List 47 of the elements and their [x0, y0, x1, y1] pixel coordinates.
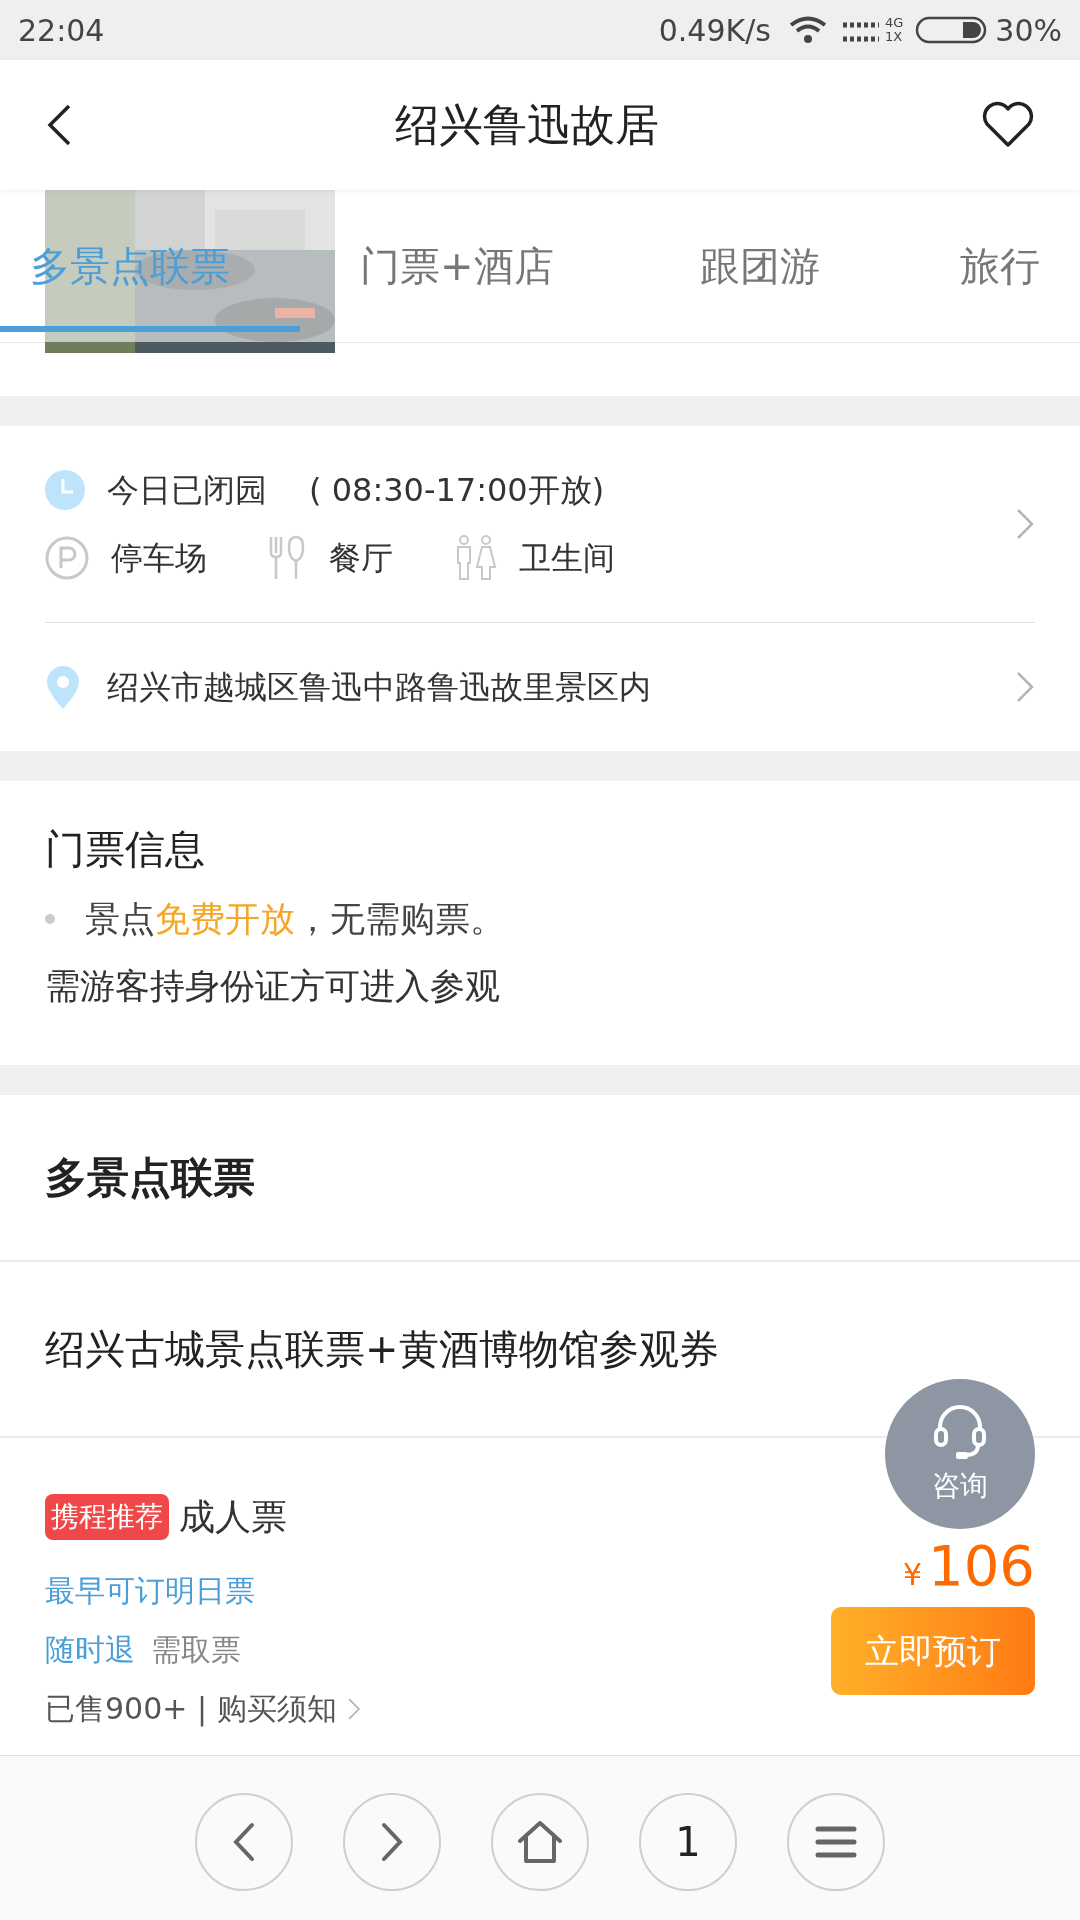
- clock-icon: [45, 470, 85, 510]
- menu-button[interactable]: [787, 1793, 885, 1891]
- home-button[interactable]: [491, 1793, 589, 1891]
- chevron-right-icon: [346, 1696, 361, 1721]
- network-speed: 0.49K/s: [658, 11, 771, 50]
- parking-icon: [45, 536, 89, 580]
- fork-knife-icon: [267, 535, 307, 581]
- price: 106: [928, 1538, 1035, 1594]
- ticket-info-note: 需游客持身份证方可进入参观: [45, 964, 501, 1008]
- wifi-icon: [788, 16, 827, 44]
- currency-symbol: ¥: [903, 1556, 923, 1594]
- forward-icon: [381, 1822, 403, 1862]
- opening-status: 今日已闭园: [107, 470, 267, 511]
- refund-policy: 随时退: [45, 1631, 135, 1669]
- section-title: 门票信息: [45, 825, 206, 874]
- recommend-badge: 携程推荐: [45, 1494, 169, 1540]
- back-icon: [233, 1822, 255, 1862]
- address: 绍兴市越城区鲁迅中路鲁迅故里景区内: [107, 667, 652, 708]
- book-button[interactable]: 立即预订: [831, 1607, 1035, 1695]
- network-type: 4G: [884, 16, 904, 30]
- product-title: 绍兴古城景点联票+黄酒博物馆参观券: [45, 1325, 719, 1374]
- chevron-right-icon: [1015, 507, 1035, 541]
- tab[interactable]: 旅行: [930, 190, 1080, 342]
- back-icon[interactable]: [45, 103, 73, 147]
- menu-icon: [815, 1825, 857, 1859]
- ticket-info-text: 景点免费开放，无需购票。: [85, 898, 505, 941]
- location-pin-icon: [45, 665, 81, 709]
- tab[interactable]: 跟团游: [670, 190, 930, 342]
- facility-label: 卫生间: [519, 538, 615, 579]
- ticket-type: 成人票: [179, 1495, 287, 1539]
- facility-label: 餐厅: [329, 538, 393, 579]
- home-icon: [517, 1821, 563, 1863]
- chevron-right-icon: [1015, 670, 1035, 704]
- tab[interactable]: 门票+酒店: [330, 190, 670, 342]
- facility-label: 停车场: [111, 538, 207, 579]
- battery-icon: [915, 15, 988, 45]
- pickup-note: 需取票: [151, 1631, 241, 1669]
- opening-hours: ( 08:30-17:00开放): [309, 470, 605, 511]
- battery-percent: 30%: [995, 11, 1062, 50]
- status-time: 22:04: [18, 11, 105, 50]
- earliest-booking: 最早可订明日票: [45, 1572, 256, 1610]
- heart-icon[interactable]: [981, 101, 1035, 149]
- section-heading: 多景点联票: [45, 1152, 255, 1204]
- page-title: 绍兴鲁迅故居: [394, 98, 660, 152]
- sales-info[interactable]: 已售900+ | 购买须知: [45, 1686, 337, 1731]
- tabs-count-button[interactable]: 1: [639, 1793, 737, 1891]
- network-type: 1X: [884, 30, 904, 44]
